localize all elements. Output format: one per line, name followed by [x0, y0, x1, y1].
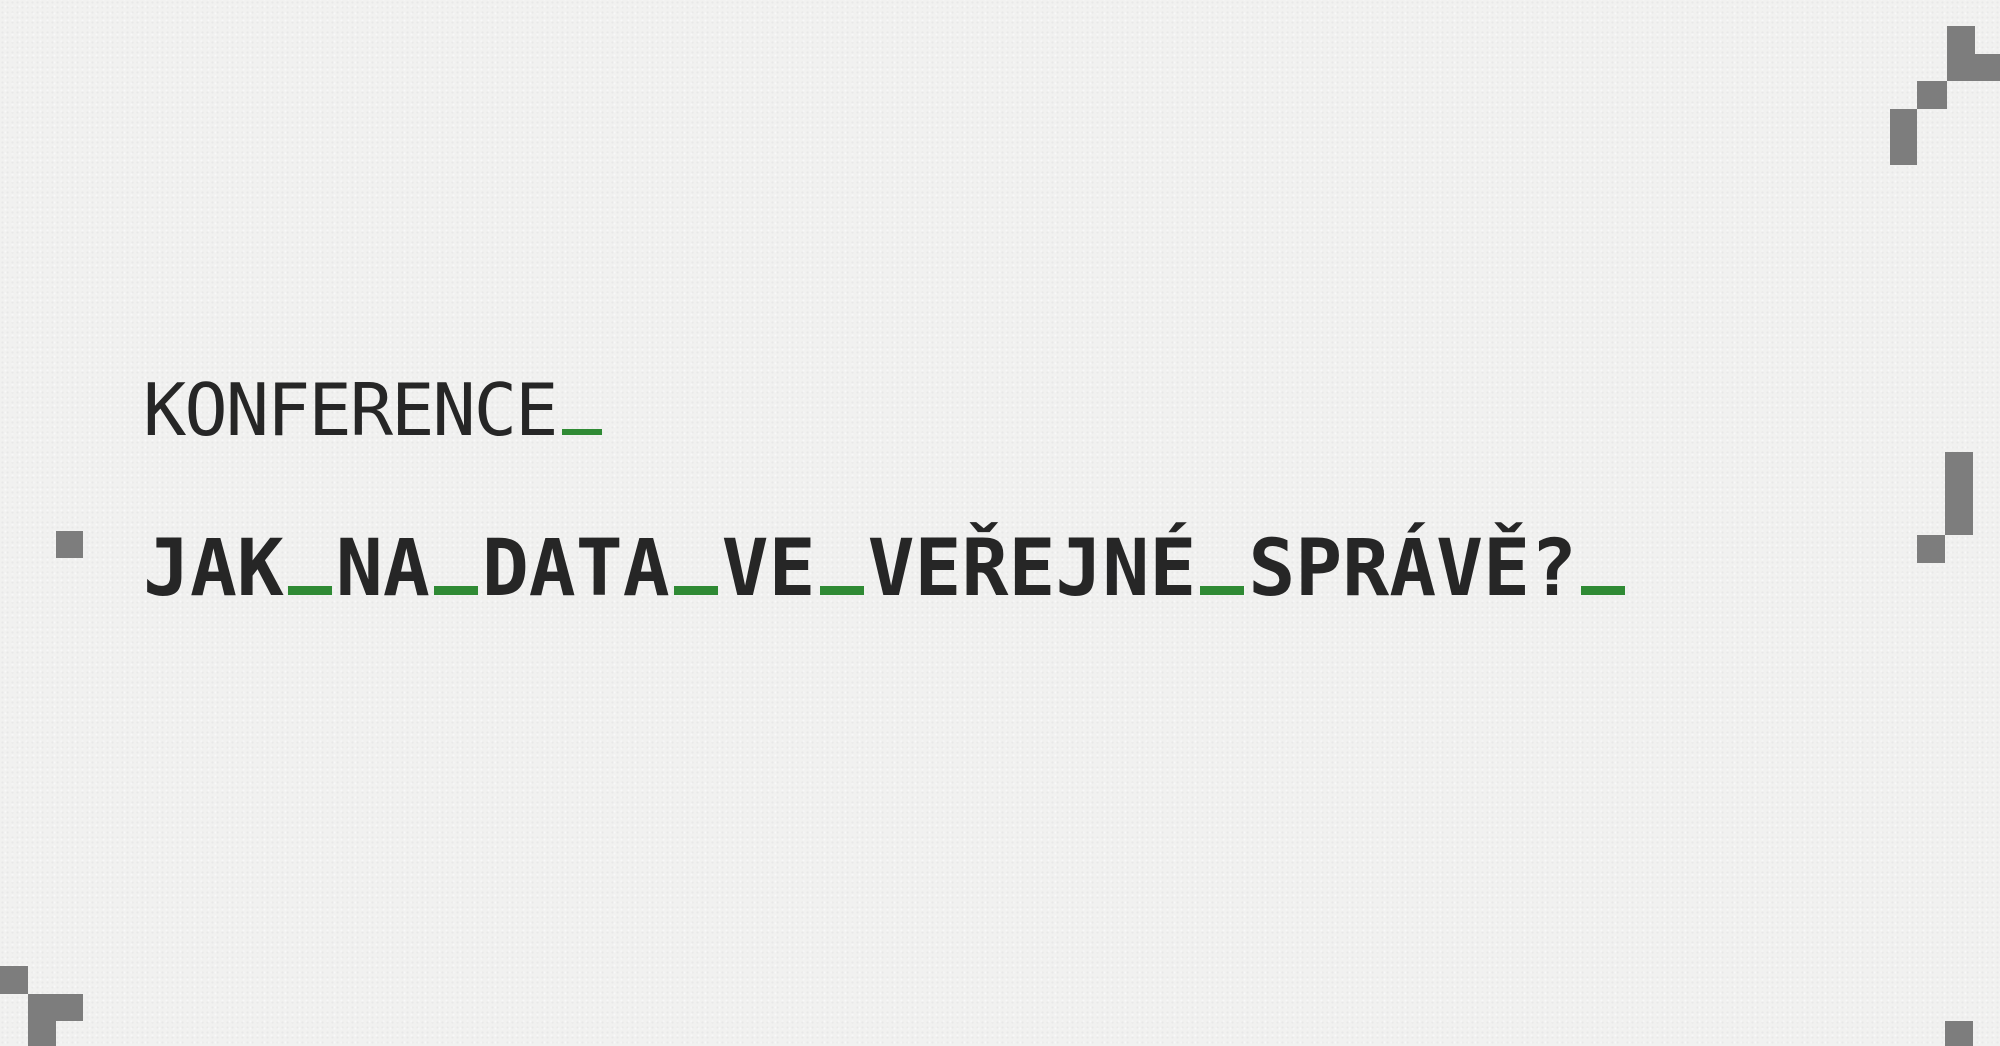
- headline-word: VE: [721, 524, 816, 614]
- underscore-separator: [673, 586, 718, 595]
- headline: JAK NA DATA VE VEŘEJNÉ SPRÁVĚ?: [143, 514, 1883, 624]
- headline-word: NA: [335, 524, 430, 614]
- headline-word: JAK: [143, 524, 284, 614]
- eyebrow-line: KONFERENCE: [143, 360, 1883, 460]
- headline-word: DATA: [481, 524, 670, 614]
- underscore-separator: [819, 586, 864, 595]
- cursor-underscore: [1581, 586, 1626, 595]
- hero: KONFERENCE JAK NA DATA VE VEŘEJNÉ SPRÁVĚ?: [143, 360, 1883, 624]
- headline-word: SPRÁVĚ?: [1248, 524, 1578, 614]
- cursor-underscore: [562, 429, 603, 435]
- underscore-separator: [287, 586, 332, 595]
- underscore-separator: [433, 586, 478, 595]
- eyebrow-label: KONFERENCE: [143, 368, 558, 452]
- underscore-separator: [1200, 586, 1245, 595]
- headline-word: VEŘEJNÉ: [867, 524, 1197, 614]
